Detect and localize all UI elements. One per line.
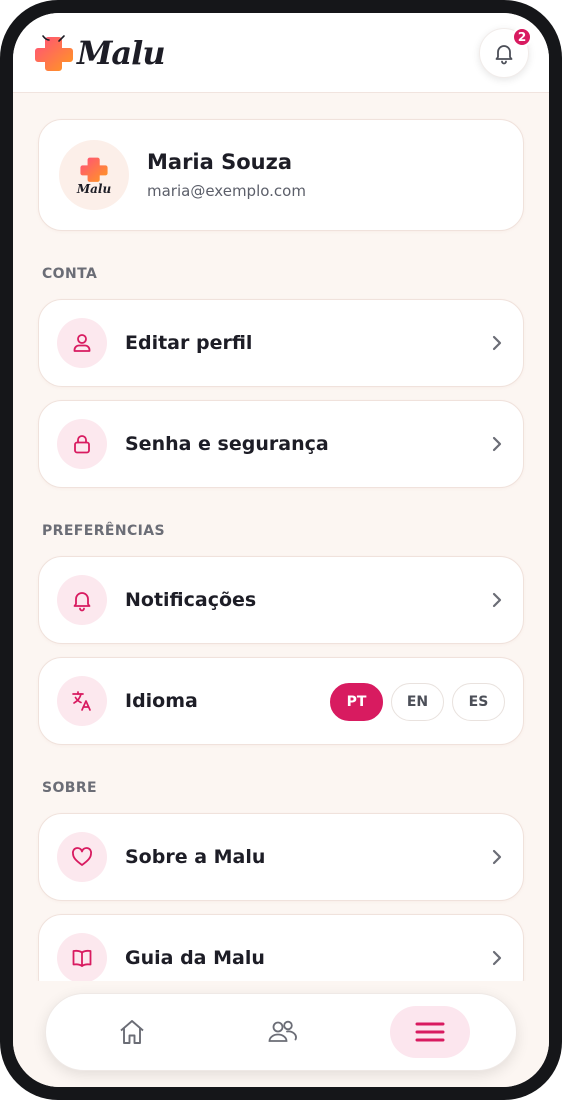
row-icon-badge — [57, 419, 107, 469]
people-icon — [268, 1020, 297, 1042]
row-notifications[interactable]: Notificações — [38, 556, 524, 644]
language-option-es[interactable]: ES — [452, 683, 505, 721]
language-option-pt[interactable]: PT — [330, 683, 383, 721]
row-icon-badge — [57, 676, 107, 726]
avatar-logo-icon — [80, 157, 108, 182]
chevron-right-icon — [492, 592, 502, 608]
notifications-button[interactable]: 2 — [479, 27, 532, 78]
row-label: Sobre a Malu — [125, 846, 266, 868]
app-header: Malu 2 — [13, 13, 549, 93]
row-icon-badge — [57, 832, 107, 882]
row-label: Guia da Malu — [125, 947, 265, 969]
heart-icon — [71, 847, 93, 866]
chevron-right-icon — [492, 849, 502, 865]
avatar-wordmark: Malu — [76, 182, 112, 196]
home-icon — [120, 1020, 144, 1044]
lock-icon — [74, 435, 90, 454]
row-label: Senha e segurança — [125, 433, 329, 455]
profile-email: maria@exemplo.com — [147, 182, 306, 200]
nav-menu-button[interactable] — [390, 1006, 470, 1058]
chevron-right-icon — [492, 335, 502, 351]
section-title-about: SOBRE — [42, 780, 97, 796]
section-title-account: CONTA — [42, 266, 98, 282]
language-option-en[interactable]: EN — [391, 683, 444, 721]
menu-icon — [415, 1022, 445, 1042]
chevron-right-icon — [492, 436, 502, 452]
row-label: Editar perfil — [125, 332, 253, 354]
app-logo[interactable]: Malu — [33, 31, 166, 75]
row-password-security[interactable]: Senha e segurança — [38, 400, 524, 488]
row-language: Idioma PT EN ES — [38, 657, 524, 745]
row-edit-profile[interactable]: Editar perfil — [38, 299, 524, 387]
logo-wordmark: Malu — [77, 34, 166, 72]
profile-name: Maria Souza — [147, 150, 293, 174]
translate-icon — [72, 691, 91, 711]
row-icon-badge — [57, 933, 107, 983]
logo-cross-icon — [35, 35, 73, 71]
row-label: Idioma — [125, 690, 198, 712]
chevron-right-icon — [492, 950, 502, 966]
nav-community-button[interactable] — [242, 1006, 322, 1058]
language-selector: PT EN ES — [330, 683, 505, 721]
nav-home-button[interactable] — [92, 1006, 172, 1058]
avatar: Malu — [59, 140, 129, 210]
phone-frame: Malu 2 Malu Maria Souza maria@exemplo.co… — [0, 0, 562, 1100]
bell-icon — [495, 45, 513, 65]
user-icon — [73, 334, 91, 352]
bottom-nav — [45, 993, 517, 1071]
row-icon-badge — [57, 575, 107, 625]
book-icon — [72, 949, 92, 967]
row-icon-badge — [57, 318, 107, 368]
notification-count-badge: 2 — [512, 27, 532, 47]
row-label: Notificações — [125, 589, 257, 611]
profile-info: Maria Souza maria@exemplo.com — [147, 150, 306, 200]
row-about-malu[interactable]: Sobre a Malu — [38, 813, 524, 901]
app-screen: Malu 2 Malu Maria Souza maria@exemplo.co… — [13, 13, 549, 1087]
section-title-preferences: PREFERÊNCIAS — [42, 523, 165, 539]
bell-icon — [73, 592, 91, 612]
settings-content: Malu Maria Souza maria@exemplo.com CONTA… — [38, 119, 524, 1002]
profile-card[interactable]: Malu Maria Souza maria@exemplo.com — [38, 119, 524, 231]
